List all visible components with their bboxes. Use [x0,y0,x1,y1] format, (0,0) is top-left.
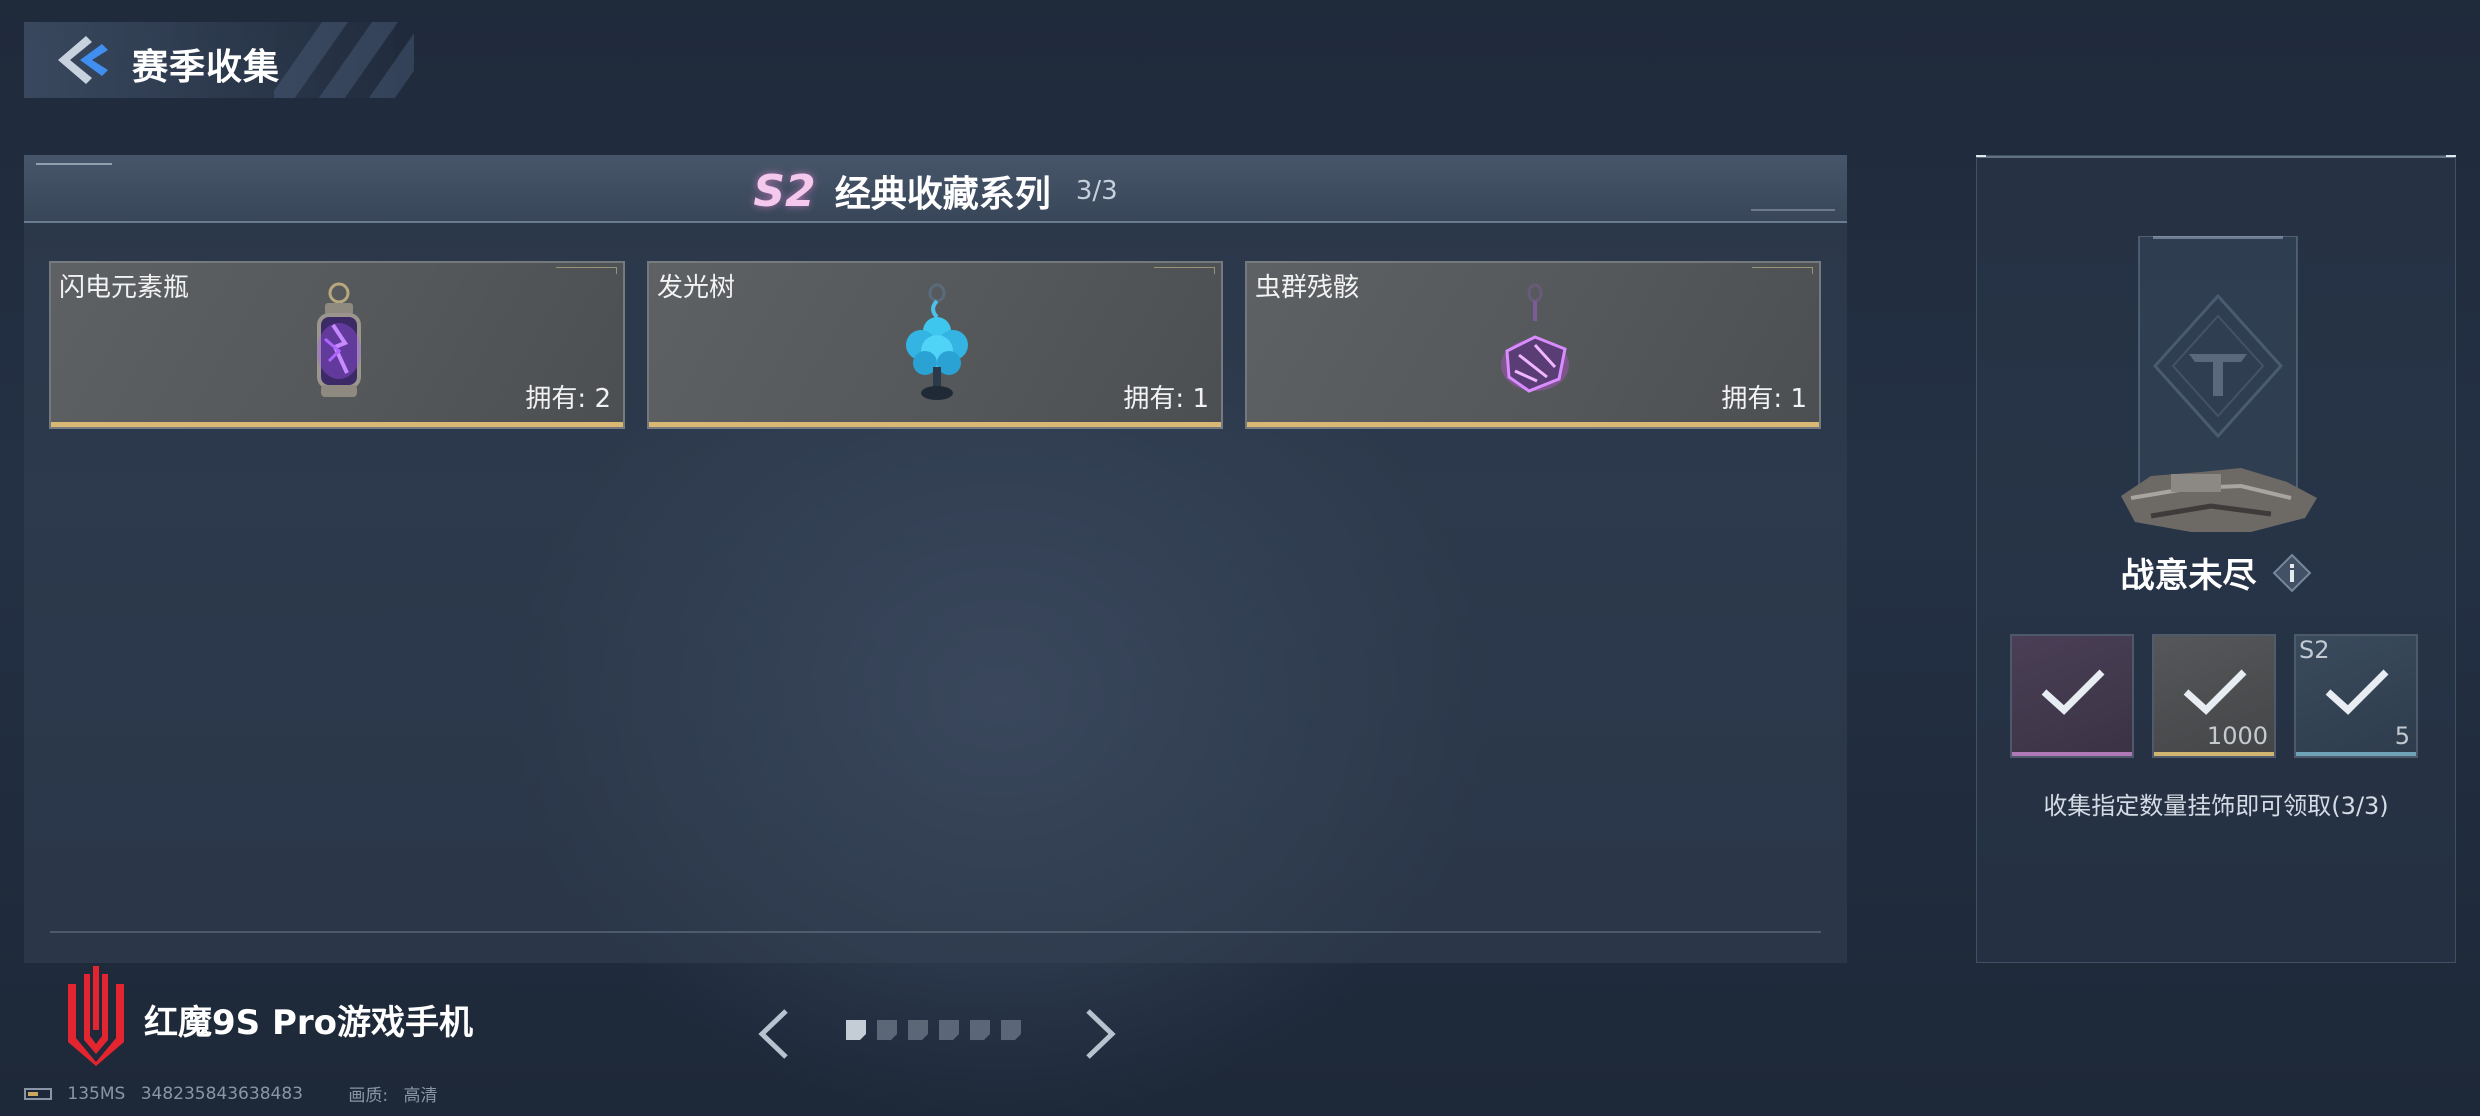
item-name: 闪电元素瓶 [59,273,190,303]
reward-description: 收集指定数量挂饰即可领取(3/3) [2043,792,2389,820]
series-name: 经典收藏系列 [834,174,1051,215]
quality-label: 画质: [348,1086,389,1106]
item-name: 发光树 [657,273,736,303]
page-dot[interactable] [908,1020,928,1040]
collection-item-card[interactable]: 发光树 拥有: 1 [647,261,1223,429]
reward-name: 战意未尽 [2120,556,2257,596]
info-icon[interactable] [2272,553,2312,593]
panel-edge [1977,156,2455,158]
card-corner-deco [1154,267,1215,274]
item-owned-count: 拥有: 1 [1123,384,1209,414]
reward-slot[interactable] [2010,634,2134,758]
page-dot[interactable] [846,1020,866,1040]
chevron-left-icon [758,1009,788,1059]
header-stripes [274,22,414,98]
player-uid: 348235843638483 [140,1083,303,1104]
top-header: 赛季收集 [24,22,414,98]
reward-slot[interactable]: 1000 [2152,634,2276,758]
collection-item-card[interactable]: 虫群残骸 拥有: 1 [1245,261,1821,429]
season-badge: S2 [753,165,816,217]
panel-divider [50,931,1821,933]
check-icon [2325,669,2389,715]
reward-quantity: 1000 [2206,722,2268,750]
glowing-tree-icon [906,283,968,400]
reward-slot[interactable]: S2 5 [2294,634,2418,758]
card-corner-deco [556,267,617,274]
reward-quantity: 5 [2394,722,2410,750]
back-button[interactable] [52,32,116,88]
series-header: S2 经典收藏系列 3/3 [24,155,1847,223]
next-page-button[interactable] [1078,1005,1122,1063]
page-dot[interactable] [970,1020,990,1040]
reward-panel: 战意未尽 1000 S2 5 收集指定数量挂饰即可领取(3/3) [1976,155,2456,963]
page-title: 赛季收集 [132,47,281,88]
check-icon [2183,669,2247,715]
latency-readout: 135MS [67,1083,126,1104]
page-dot[interactable] [1001,1020,1021,1040]
reward-slots: 1000 S2 5 [2010,634,2430,758]
collection-item-card[interactable]: 闪电元素瓶 拥有: 2 [49,261,625,429]
back-arrow-icon [58,36,108,84]
swarm-remains-icon [1501,283,1569,393]
collection-panel: S2 经典收藏系列 3/3 闪电元素瓶 拥有: 2 发光树 拥有: 1 虫群残骸… [24,155,1847,963]
item-owned-count: 拥有: 1 [1721,384,1807,414]
chevron-right-icon [1086,1009,1116,1059]
item-owned-count: 拥有: 2 [525,384,611,414]
card-corner-deco [1752,267,1813,274]
panel-corner-deco [1976,155,1986,157]
lightning-bottle-icon [317,282,361,397]
page-dot[interactable] [877,1020,897,1040]
collection-items: 闪电元素瓶 拥有: 2 发光树 拥有: 1 虫群残骸 拥有: 1 [49,261,1845,429]
battery-icon [24,1087,52,1100]
reward-title: 战意未尽 [1977,548,2455,597]
reward-season-tag: S2 [2299,636,2330,664]
prev-page-button[interactable] [752,1005,796,1063]
panel-corner-deco [2446,155,2456,157]
series-title: S2 经典收藏系列 3/3 [24,165,1847,217]
page-dot[interactable] [939,1020,959,1040]
check-icon [2041,669,2105,715]
red-magic-logo [68,966,124,1066]
quality-value: 高清 [403,1086,438,1106]
series-progress: 3/3 [1075,176,1118,206]
status-bar: 135MS 348235843638483 画质: 高清 [24,1081,448,1106]
item-name: 虫群残骸 [1255,273,1360,303]
brand-text: 红魔9S Pro游戏手机 [144,1003,474,1043]
